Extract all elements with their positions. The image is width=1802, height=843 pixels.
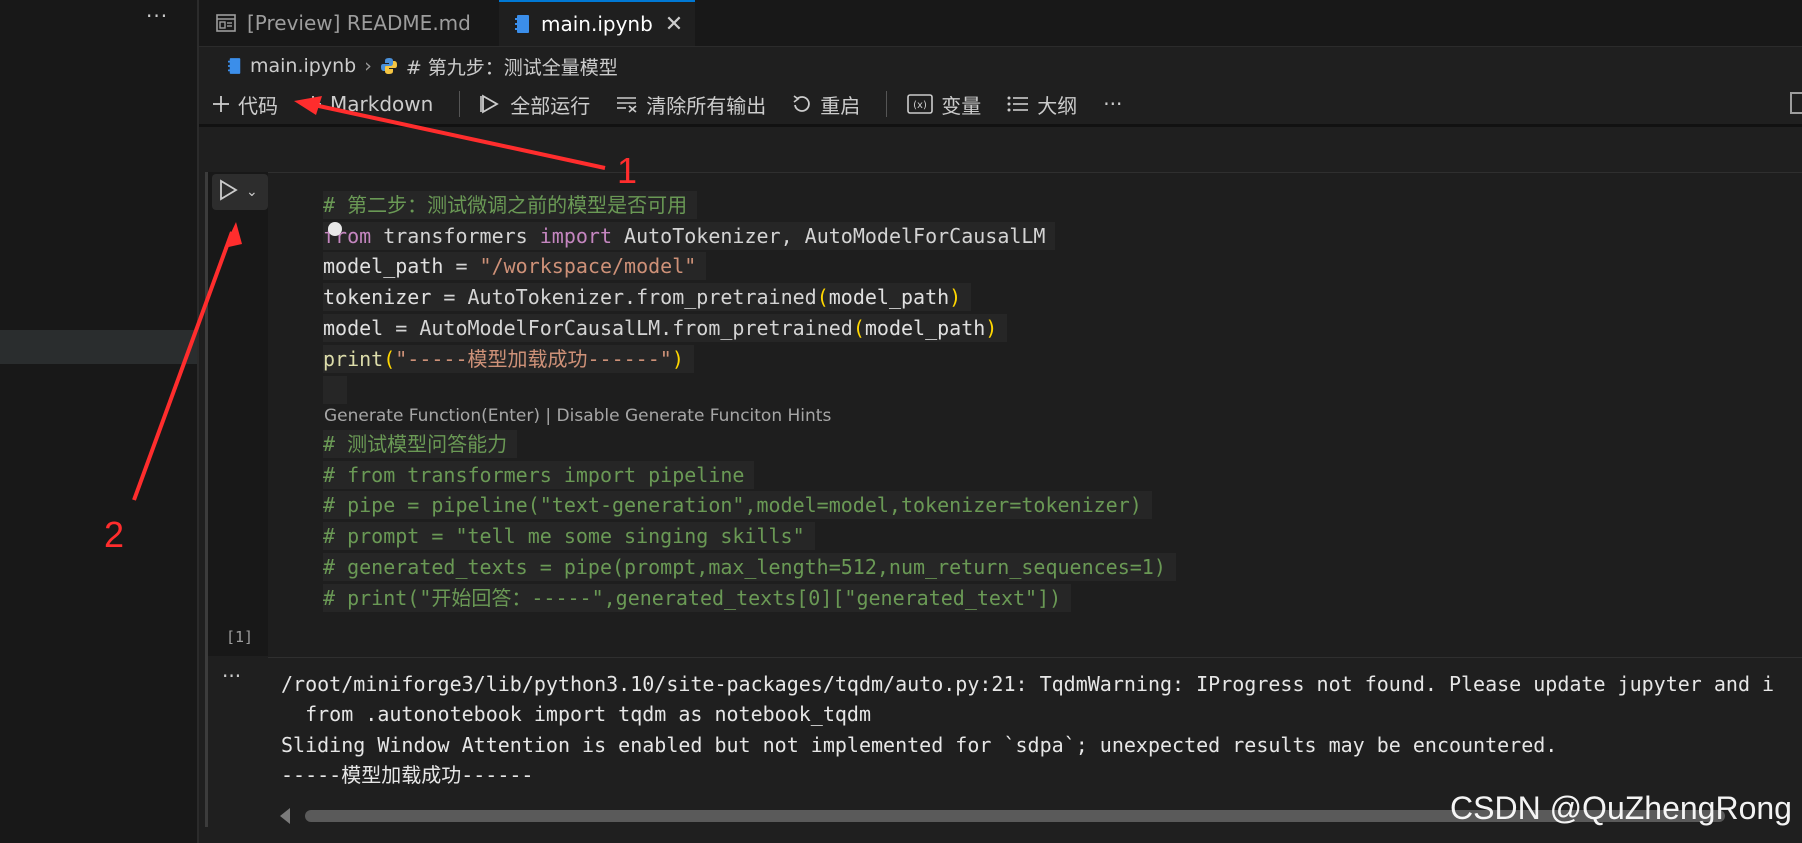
breadcrumb: main.ipynb › # 第九步：测试全量模型 — [228, 50, 618, 82]
code-line: # pipe = pipeline("text-generation",mode… — [323, 491, 1152, 519]
output-line: Sliding Window Attention is enabled but … — [281, 733, 1558, 757]
scroll-left-arrow[interactable] — [280, 808, 290, 824]
variables-button[interactable]: (x) 变量 — [907, 90, 981, 119]
annotation-number-1: 1 — [617, 150, 638, 191]
inline-hint[interactable]: Generate Function(Enter) | Disable Gener… — [324, 406, 831, 426]
editor-tab-bar: [Preview] README.md main.ipynb ✕ — [199, 0, 1802, 47]
run-all-button[interactable]: 全部运行 — [480, 90, 590, 119]
notebook-icon — [228, 57, 242, 75]
run-all-label: 全部运行 — [510, 93, 591, 118]
run-cell-icon — [218, 179, 238, 205]
python-icon — [380, 57, 398, 75]
code-line: # 测试模型问答能力 — [323, 430, 518, 458]
tab-label: main.ipynb — [541, 12, 653, 36]
code-line: # prompt = "tell me some singing skills" — [323, 522, 815, 550]
svg-text:(x): (x) — [913, 100, 927, 111]
mouse-cursor — [328, 222, 342, 236]
preview-icon — [215, 12, 237, 34]
toolbar-overflow-button[interactable] — [1790, 92, 1802, 114]
chevron-down-icon[interactable]: ⌄ — [246, 184, 258, 200]
run-all-icon — [480, 94, 502, 114]
toolbar-divider — [459, 91, 461, 117]
code-line: model = AutoModelForCausalLM.from_pretra… — [323, 314, 1008, 342]
explorer-more-button[interactable]: ··· — [146, 4, 168, 28]
code-line-empty — [323, 376, 347, 404]
tab-main-ipynb[interactable]: main.ipynb ✕ — [499, 0, 695, 46]
output-line: /root/miniforge3/lib/python3.10/site-pac… — [281, 672, 1775, 696]
run-cell-button[interactable]: ⌄ — [212, 174, 268, 210]
outline-label: 大纲 — [1037, 93, 1078, 118]
cell-gutter — [208, 172, 268, 656]
breadcrumb-file[interactable]: main.ipynb — [250, 55, 356, 77]
restart-icon — [792, 94, 812, 114]
toolbar-divider — [886, 91, 888, 117]
add-markdown-label: Markdown — [330, 92, 434, 116]
output-line: -----模型加载成功------ — [281, 763, 534, 787]
execution-count: [1] — [226, 628, 254, 646]
output-more-button[interactable]: ··· — [222, 664, 241, 688]
plus-icon — [304, 95, 322, 113]
code-line: print("-----模型加载成功------") — [323, 345, 694, 373]
clear-outputs-icon — [616, 95, 638, 113]
clear-outputs-label: 清除所有输出 — [646, 93, 767, 118]
variables-label: 变量 — [941, 93, 982, 118]
breadcrumb-separator: › — [364, 55, 372, 77]
code-line: # print("开始回答：-----",generated_texts[0][… — [323, 584, 1072, 612]
outline-button[interactable]: 大纲 — [1007, 90, 1077, 119]
watermark: CSDN @QuZhengRong — [1450, 790, 1792, 826]
clear-all-outputs-button[interactable]: 清除所有输出 — [616, 90, 766, 119]
notebook-toolbar: 代码 Markdown 全部运行 清除所有输出 重启 (x) 变量 大纲 ··· — [212, 86, 1148, 122]
notebook-icon — [515, 13, 531, 35]
toolbar-more-button[interactable]: ··· — [1103, 92, 1122, 116]
add-code-cell-button[interactable]: 代码 — [212, 90, 278, 119]
code-line: tokenizer = AutoTokenizer.from_pretraine… — [323, 283, 972, 311]
toolbar-shadow — [199, 124, 1802, 127]
add-code-label: 代码 — [238, 93, 278, 118]
code-line: # generated_texts = pipe(prompt,max_leng… — [323, 553, 1176, 581]
tab-readme-preview[interactable]: [Preview] README.md — [199, 0, 499, 46]
add-markdown-cell-button[interactable]: Markdown — [304, 92, 433, 116]
code-line: from transformers import AutoTokenizer, … — [323, 222, 1056, 250]
code-line: # from transformers import pipeline — [323, 461, 755, 489]
restart-label: 重启 — [820, 93, 861, 118]
close-icon[interactable]: ✕ — [665, 12, 683, 37]
plus-icon — [212, 95, 230, 113]
explorer-selected-row[interactable] — [0, 330, 197, 364]
variables-icon: (x) — [907, 94, 934, 114]
restart-button[interactable]: 重启 — [792, 90, 860, 119]
explorer-pane: ··· — [0, 0, 199, 843]
code-line: model_path = "/workspace/model" — [323, 252, 707, 280]
outline-icon — [1007, 95, 1029, 113]
breadcrumb-section[interactable]: # 第九步：测试全量模型 — [406, 53, 618, 80]
code-line: # 第二步：测试微调之前的模型是否可用 — [323, 191, 698, 219]
cell-focus-indicator — [205, 172, 208, 827]
tab-label: [Preview] README.md — [247, 11, 471, 35]
output-line: from .autonotebook import tqdm as notebo… — [281, 702, 872, 726]
annotation-number-2: 2 — [104, 514, 125, 555]
